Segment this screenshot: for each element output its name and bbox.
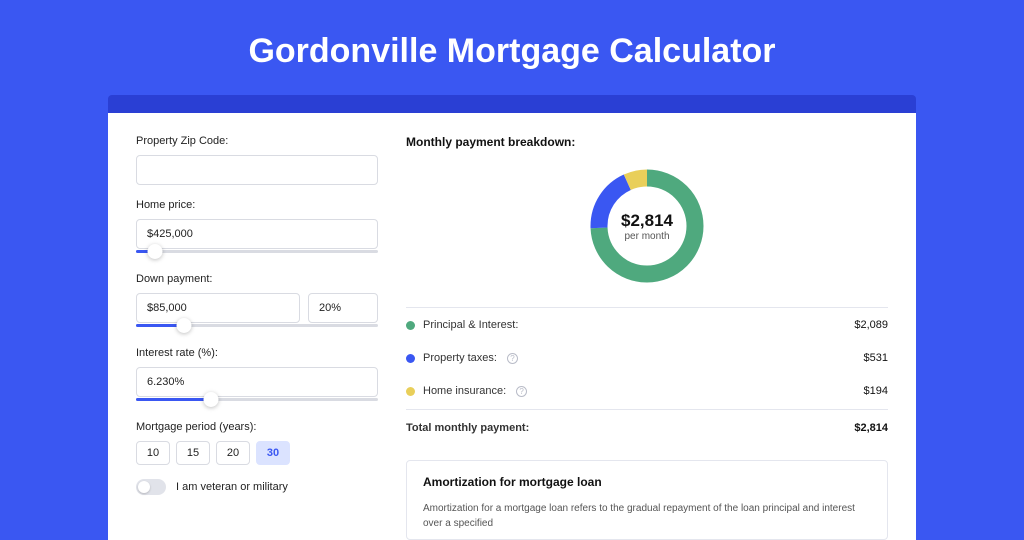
info-icon[interactable]: ? [507,353,518,364]
period-options: 10152030 [136,441,378,465]
legend-value: $194 [864,385,888,397]
donut-total: $2,814 [621,211,673,231]
zip-label: Property Zip Code: [136,135,378,147]
legend-dot [406,354,415,363]
interest-field-group: Interest rate (%): [136,347,378,407]
zip-field-group: Property Zip Code: [136,135,378,185]
period-option-20[interactable]: 20 [216,441,250,465]
down-payment-label: Down payment: [136,273,378,285]
amortization-title: Amortization for mortgage loan [423,475,871,489]
legend-row: Principal & Interest: $2,089 [406,308,888,341]
legend-list: Principal & Interest: $2,089 Property taxe… [406,308,888,407]
info-icon[interactable]: ? [516,386,527,397]
period-option-30[interactable]: 30 [256,441,290,465]
donut-chart: $2,814 per month [586,165,708,287]
veteran-row: I am veteran or military [136,479,378,495]
veteran-label: I am veteran or military [176,481,288,493]
legend-total-label: Total monthly payment: [406,422,529,434]
calculator-card-shadow: Property Zip Code: Home price: Down paym… [108,95,916,540]
interest-input[interactable] [136,367,378,397]
calculator-card: Property Zip Code: Home price: Down paym… [108,113,916,540]
home-price-slider[interactable] [136,247,378,259]
amortization-text: Amortization for a mortgage loan refers … [423,501,871,531]
down-payment-pct-input[interactable] [308,293,378,323]
period-option-10[interactable]: 10 [136,441,170,465]
legend-row: Home insurance:? $194 [406,374,888,407]
results-column: Monthly payment breakdown: $2,814 per mo… [406,135,888,540]
legend-label: Principal & Interest: [423,319,518,331]
home-price-field-group: Home price: [136,199,378,259]
interest-label: Interest rate (%): [136,347,378,359]
legend-dot [406,321,415,330]
down-payment-field-group: Down payment: [136,273,378,333]
legend-label: Home insurance: [423,385,506,397]
interest-slider[interactable] [136,395,378,407]
home-price-input[interactable] [136,219,378,249]
legend-total-row: Total monthly payment: $2,814 [406,409,888,444]
inputs-column: Property Zip Code: Home price: Down paym… [136,135,378,540]
legend-value: $2,089 [854,319,888,331]
down-payment-input[interactable] [136,293,300,323]
amortization-box: Amortization for mortgage loan Amortizat… [406,460,888,540]
legend-dot [406,387,415,396]
legend-value: $531 [864,352,888,364]
period-label: Mortgage period (years): [136,421,378,433]
donut-per-month: per month [624,231,669,242]
veteran-toggle[interactable] [136,479,166,495]
legend-row: Property taxes:? $531 [406,341,888,374]
legend-label: Property taxes: [423,352,497,364]
period-field-group: Mortgage period (years): 10152030 [136,421,378,465]
donut-chart-wrap: $2,814 per month [406,161,888,301]
home-price-label: Home price: [136,199,378,211]
breakdown-title: Monthly payment breakdown: [406,135,888,149]
page-title: Gordonville Mortgage Calculator [0,0,1024,95]
zip-input[interactable] [136,155,378,185]
legend-total-value: $2,814 [854,422,888,434]
period-option-15[interactable]: 15 [176,441,210,465]
toggle-knob [138,481,150,493]
down-payment-slider[interactable] [136,321,378,333]
